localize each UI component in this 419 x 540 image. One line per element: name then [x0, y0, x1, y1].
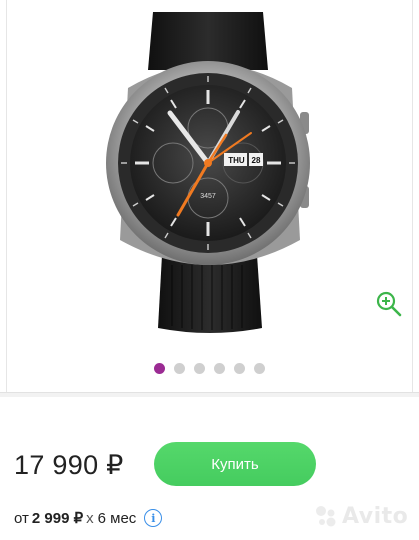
- slide-dot-2[interactable]: [174, 362, 185, 374]
- installment-multiplier: x: [86, 509, 94, 527]
- gallery-edge-left: [0, 0, 7, 392]
- avito-logo-icon: [316, 506, 336, 527]
- price: 17 990 ₽: [14, 450, 124, 480]
- avito-watermark: Avito: [312, 498, 412, 534]
- section-divider: [0, 392, 419, 397]
- installment-info[interactable]: от 2 999 ₽ x 6 мес i: [14, 507, 163, 529]
- product-gallery[interactable]: THU 28 3457: [0, 0, 419, 397]
- buy-button[interactable]: Купить: [154, 442, 316, 486]
- gallery-edge-right: [412, 0, 419, 392]
- installment-amount: 2 999 ₽: [31, 510, 84, 527]
- watch-subdial-label: 3457: [200, 193, 216, 200]
- watermark-text: Avito: [342, 503, 409, 529]
- watch-day-label: THU: [228, 156, 245, 165]
- installment-term: 6 мес: [97, 509, 137, 527]
- slide-dot-6[interactable]: [254, 362, 265, 374]
- slide-dot-5[interactable]: [234, 362, 245, 374]
- slide-dot-1[interactable]: [154, 362, 165, 374]
- zoom-in-icon: [376, 291, 402, 317]
- zoom-in-button[interactable]: [372, 287, 406, 321]
- installment-prefix: от: [14, 509, 29, 527]
- buy-button-label: Купить: [211, 455, 259, 473]
- info-icon[interactable]: i: [144, 509, 163, 527]
- slide-dot-3[interactable]: [194, 362, 205, 374]
- price-row: 17 990 ₽ Купить: [0, 440, 419, 490]
- slide-indicator: [0, 360, 419, 376]
- slide-dot-4[interactable]: [214, 362, 225, 374]
- watch-date-label: 28: [251, 156, 261, 165]
